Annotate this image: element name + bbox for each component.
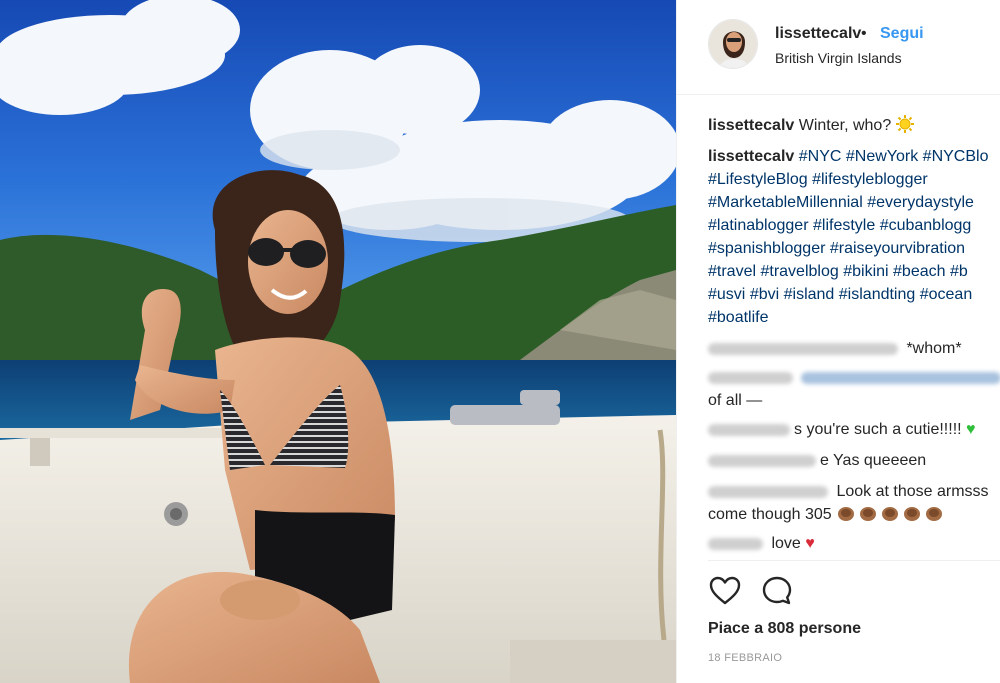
clapping-hands-icon: [882, 507, 899, 521]
comment: of all —: [708, 366, 1000, 412]
avatar[interactable]: [708, 19, 758, 69]
hashtag-line: #LifestyleBlog #lifestyleblogger: [708, 168, 1000, 191]
comment: *whom*: [708, 337, 1000, 360]
hashtag-link[interactable]: #travelblog: [760, 263, 838, 280]
hashtag-link[interactable]: #lifestyle: [813, 217, 875, 234]
comment-username[interactable]: lissettecalv: [708, 148, 794, 165]
post-photo-art: [0, 0, 676, 683]
hidden-username[interactable]: [708, 454, 816, 467]
actions-divider: [708, 560, 1000, 561]
hashtag-line: #spanishblogger #raiseyourvibration: [708, 237, 1000, 260]
hashtag-link[interactable]: #ocean: [920, 286, 973, 303]
follow-button[interactable]: Segui: [880, 25, 924, 43]
hashtag-line: #travel #travelblog #bikini #beach #b: [708, 260, 1000, 283]
hashtag-link[interactable]: #everydaystyle: [867, 194, 974, 211]
comment-text: e Yas queeeen: [820, 452, 927, 469]
comment-text: s you're such a cutie!!!!!: [794, 421, 962, 438]
post-username[interactable]: lissettecalv: [775, 25, 861, 43]
hashtag-line: #MarketableMillennial #everydaystyle: [708, 191, 1000, 214]
avatar-image: [709, 20, 757, 68]
hidden-username[interactable]: [708, 537, 763, 550]
hashtag-link[interactable]: #island: [784, 286, 835, 303]
hashtag-link[interactable]: #bikini: [843, 263, 888, 280]
hashtag-link[interactable]: #spanishblogger: [708, 240, 825, 257]
hashtag-link[interactable]: #cubanblogg: [880, 217, 972, 234]
hashtag-line: lissettecalv #NYC #NewYork #NYCBlo: [708, 145, 1000, 168]
post-details-panel: lissettecalv • Segui British Virgin Isla…: [676, 0, 1000, 683]
hashtag-line: #boatlife: [708, 306, 1000, 329]
clapping-hands-icon: [836, 506, 946, 523]
hashtag-line: #usvi #bvi #island #islandting #ocean: [708, 283, 1000, 306]
comment-text-continued: come though 305: [708, 506, 832, 523]
hashtag-link[interactable]: #raiseyourvibration: [830, 240, 965, 257]
post-header: lissettecalv • Segui British Virgin Isla…: [677, 0, 1000, 95]
clapping-hands-icon: [838, 507, 855, 521]
hidden-username[interactable]: [708, 342, 898, 355]
comments-list: lissettecalv Winter, who? lissettecalv #…: [708, 114, 1000, 555]
clapping-hands-icon: [926, 507, 943, 521]
hashtag-link[interactable]: #beach: [893, 263, 946, 280]
caption-comment: lissettecalv Winter, who?: [708, 114, 1000, 137]
hashtag-link[interactable]: #LifestyleBlog: [708, 171, 808, 188]
hidden-username[interactable]: [708, 485, 828, 498]
red-heart-icon: ♥: [805, 535, 815, 552]
clapping-hands-icon: [860, 507, 877, 521]
comment-text: Winter, who?: [798, 117, 892, 134]
hashtag-link[interactable]: #NYC: [799, 148, 842, 165]
post-actions: [708, 574, 808, 608]
comment-bubble-icon[interactable]: [760, 574, 794, 608]
hashtag-link[interactable]: #NewYork: [846, 148, 918, 165]
hashtag-link[interactable]: #lifestyleblogger: [812, 171, 928, 188]
sun-icon: [895, 115, 914, 133]
post-photo[interactable]: [0, 0, 676, 683]
comment: s you're such a cutie!!!!! ♥: [708, 418, 1000, 441]
likes-count[interactable]: Piace a 808 persone: [708, 620, 861, 638]
comment-text: of all —: [708, 392, 763, 409]
hidden-mention[interactable]: [801, 371, 1000, 384]
post-location[interactable]: British Virgin Islands: [775, 50, 902, 66]
comment-username[interactable]: lissettecalv: [708, 117, 794, 134]
hashtag-line: #latinablogger #lifestyle #cubanblogg: [708, 214, 1000, 237]
hashtag-link[interactable]: #latinablogger: [708, 217, 809, 234]
hashtag-link[interactable]: #islandting: [839, 286, 916, 303]
hidden-username[interactable]: [708, 371, 793, 384]
comment-text: Look at those armsss: [836, 483, 989, 500]
hashtag-link[interactable]: #NYCBlo: [923, 148, 989, 165]
hashtag-link[interactable]: #b: [950, 263, 968, 280]
comment: love ♥: [708, 532, 1000, 555]
heart-outline-icon[interactable]: [708, 574, 742, 608]
hidden-username[interactable]: [708, 423, 790, 436]
hashtag-link[interactable]: #usvi: [708, 286, 745, 303]
separator-dot: •: [861, 25, 867, 42]
hashtag-link[interactable]: #boatlife: [708, 309, 769, 326]
hashtag-link[interactable]: #MarketableMillennial: [708, 194, 863, 211]
clapping-hands-icon: [904, 507, 921, 521]
comment: Look at those armsss come though 305: [708, 480, 1000, 526]
hashtag-link[interactable]: #bvi: [750, 286, 779, 303]
comment-text: *whom*: [906, 340, 962, 357]
hashtag-comment: lissettecalv #NYC #NewYork #NYCBlo #Life…: [708, 145, 1000, 329]
hashtag-link[interactable]: #travel: [708, 263, 756, 280]
green-heart-icon: ♥: [966, 421, 976, 438]
post-date[interactable]: 18 FEBBRAIO: [708, 652, 782, 664]
comment-text: love: [771, 535, 801, 552]
comment: e Yas queeeen: [708, 449, 1000, 472]
